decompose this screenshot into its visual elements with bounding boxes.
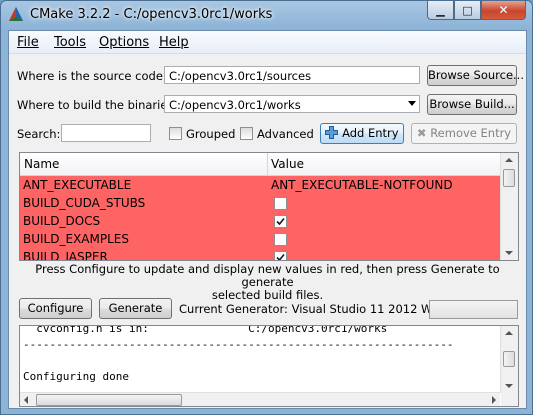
resize-grip[interactable]: [501, 393, 518, 406]
table-header: Name Value: [20, 153, 500, 176]
row-checkbox[interactable]: [274, 197, 287, 210]
plus-icon: [325, 126, 339, 139]
menu-tools[interactable]: Tools: [54, 35, 86, 50]
scroll-down-icon[interactable]: [505, 251, 513, 255]
cmake-triangle-icon: [9, 7, 23, 21]
table-row[interactable]: BUILD_EXAMPLES: [20, 230, 500, 248]
output-line: cvconfig.h is in: C:/opencv3.0rc1/works: [23, 325, 388, 335]
column-name-header[interactable]: Name: [24, 157, 59, 171]
row-value[interactable]: ANT_EXECUTABLE-NOTFOUND: [271, 176, 453, 194]
close-button[interactable]: ✕: [481, 1, 526, 20]
menu-options-label: Options: [99, 35, 150, 50]
row-name: BUILD_EXAMPLES: [23, 232, 129, 246]
main-client: File Tools Options Help Where is the sou…: [8, 30, 527, 409]
output-horizontal-scrollbar[interactable]: [20, 392, 500, 406]
close-icon: ✕: [498, 3, 509, 17]
output-vertical-scrollbar[interactable]: [500, 326, 518, 393]
menu-help-label: Help: [159, 35, 189, 50]
row-checkbox[interactable]: [274, 233, 287, 246]
row-name: ANT_EXECUTABLE: [23, 178, 132, 192]
menu-options[interactable]: Options: [99, 35, 149, 50]
output-log[interactable]: cvconfig.h is in: C:/opencv3.0rc1/works …: [19, 325, 519, 407]
build-label: Where to build the binaries:: [17, 98, 178, 112]
cache-table[interactable]: Name Value ANT_EXECUTABLE ANT_EXECUTABLE…: [19, 152, 519, 261]
checkmark-icon: [276, 217, 285, 226]
table-vertical-scrollbar[interactable]: [500, 153, 518, 260]
column-value-header[interactable]: Value: [271, 157, 304, 171]
row-checkbox[interactable]: [274, 251, 287, 260]
table-row[interactable]: BUILD_CUDA_STUBS: [20, 194, 500, 212]
add-entry-label: Add Entry: [342, 126, 399, 140]
add-entry-button[interactable]: Add Entry: [320, 123, 404, 144]
scroll-thumb[interactable]: [503, 169, 515, 187]
header-separator: [267, 153, 268, 175]
browse-source-button[interactable]: Browse Source...: [427, 65, 524, 86]
source-label: Where is the source code:: [17, 69, 167, 83]
source-path-input[interactable]: C:/opencv3.0rc1/sources: [164, 66, 420, 84]
scroll-thumb[interactable]: [503, 351, 515, 367]
minimize-icon: ▁: [436, 3, 445, 17]
build-path-value: C:/opencv3.0rc1/works: [169, 98, 301, 112]
hint-line-1: Press Configure to update and display ne…: [35, 262, 500, 289]
configure-button[interactable]: Configure: [19, 298, 92, 319]
minimize-button[interactable]: ▁: [427, 1, 454, 20]
generate-button[interactable]: Generate: [99, 298, 172, 319]
build-path-combo[interactable]: C:/opencv3.0rc1/works: [164, 95, 420, 113]
menu-tools-label: Tools: [54, 35, 87, 50]
cmake-window: CMake 3.2.2 - C:/opencv3.0rc1/works ▁ □ …: [0, 0, 533, 415]
menu-bar: File Tools Options Help: [9, 31, 526, 54]
advanced-label: Advanced: [257, 127, 314, 141]
remove-entry-button[interactable]: ✖ Remove Entry: [411, 123, 517, 144]
window-title: CMake 3.2.2 - C:/opencv3.0rc1/works: [30, 7, 273, 22]
scroll-up-icon[interactable]: [505, 331, 513, 335]
maximize-button[interactable]: □: [454, 1, 481, 20]
table-row[interactable]: ANT_EXECUTABLE ANT_EXECUTABLE-NOTFOUND: [20, 176, 500, 194]
output-line: ----------------------------------------…: [23, 338, 454, 351]
checkmark-icon: [276, 253, 285, 260]
row-checkbox[interactable]: [274, 215, 287, 228]
scroll-right-icon[interactable]: [492, 396, 496, 404]
chevron-down-icon[interactable]: [408, 101, 416, 106]
scroll-down-icon[interactable]: [505, 384, 513, 388]
progress-bar: [429, 300, 518, 319]
menu-help[interactable]: Help: [159, 35, 189, 50]
browse-build-button[interactable]: Browse Build...: [427, 94, 517, 115]
table-row[interactable]: BUILD_JASPER: [20, 248, 500, 261]
title-bar[interactable]: CMake 3.2.2 - C:/opencv3.0rc1/works ▁ □ …: [1, 1, 532, 29]
configure-hint: Press Configure to update and display ne…: [9, 263, 526, 302]
grouped-label: Grouped: [186, 127, 236, 141]
table-row[interactable]: BUILD_DOCS: [20, 212, 500, 230]
row-name: BUILD_DOCS: [23, 214, 101, 228]
scroll-left-icon[interactable]: [24, 396, 28, 404]
menu-file[interactable]: File: [17, 35, 39, 50]
current-generator-text: Current Generator: Visual Studio 11 2012…: [179, 302, 458, 316]
maximize-icon: □: [462, 3, 473, 17]
row-name: BUILD_CUDA_STUBS: [23, 196, 146, 210]
scroll-up-icon[interactable]: [505, 158, 513, 162]
row-name: BUILD_JASPER: [23, 250, 108, 261]
advanced-checkbox[interactable]: [240, 127, 253, 140]
grouped-checkbox[interactable]: [169, 127, 182, 140]
output-line: Configuring done: [23, 370, 129, 383]
menu-file-label: File: [17, 35, 39, 50]
remove-entry-label: Remove Entry: [430, 126, 512, 140]
h-scroll-thumb[interactable]: [36, 394, 182, 406]
remove-x-icon: ✖: [416, 126, 427, 140]
search-label: Search:: [17, 127, 61, 141]
search-input[interactable]: [61, 124, 151, 142]
